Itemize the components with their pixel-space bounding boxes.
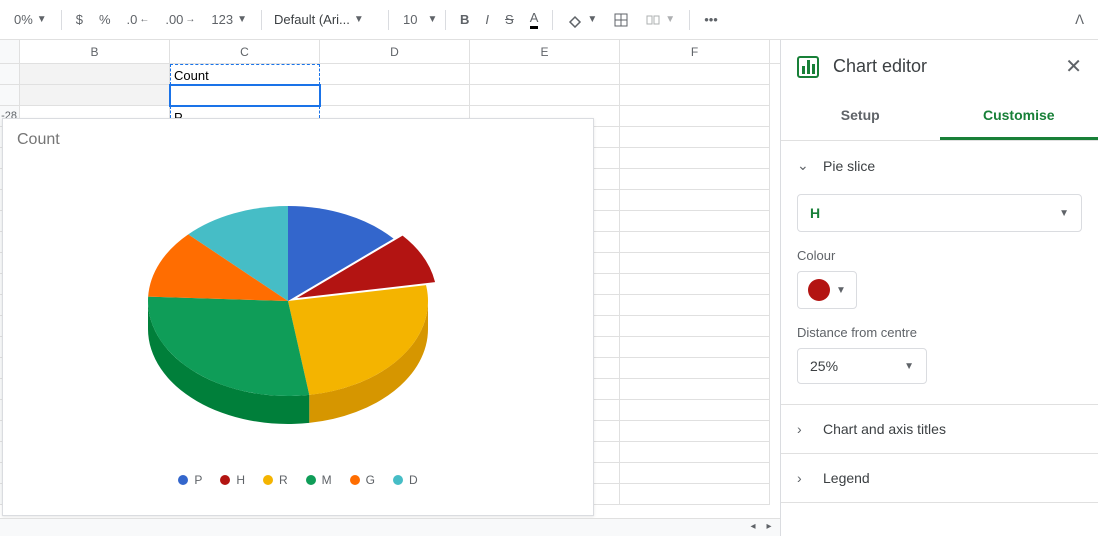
- fill-color-button[interactable]: ▼: [561, 8, 603, 32]
- merge-cells-button[interactable]: ▼: [639, 8, 681, 32]
- strikethrough-button[interactable]: S: [499, 8, 520, 31]
- spreadsheet-grid[interactable]: B C D E F Count: [0, 40, 780, 536]
- column-header-c[interactable]: C: [170, 40, 320, 63]
- chart-title: Count: [3, 119, 593, 161]
- legend-item: G: [350, 473, 375, 487]
- legend-item: D: [393, 473, 418, 487]
- merge-icon: [645, 12, 661, 28]
- cell[interactable]: [470, 85, 620, 106]
- cell[interactable]: [470, 64, 620, 85]
- cell[interactable]: [20, 85, 170, 106]
- chevron-right-icon: ›: [797, 470, 809, 486]
- slice-select-dropdown[interactable]: H ▼: [797, 194, 1082, 232]
- row-header[interactable]: [0, 85, 20, 106]
- cell[interactable]: [620, 85, 770, 106]
- section-chart-titles-header[interactable]: › Chart and axis titles: [781, 405, 1098, 453]
- scroll-right-icon[interactable]: ▸: [762, 521, 776, 535]
- more-formats[interactable]: 123▼: [205, 8, 253, 31]
- distance-dropdown[interactable]: 25% ▼: [797, 348, 927, 384]
- chevron-right-icon: ›: [797, 421, 809, 437]
- column-header-d[interactable]: D: [320, 40, 470, 63]
- chart-editor-panel: Chart editor ✕ Setup Customise ⌄ Pie sli…: [780, 40, 1098, 536]
- paint-bucket-icon: [567, 12, 583, 28]
- section-legend-header[interactable]: › Legend: [781, 454, 1098, 502]
- cell[interactable]: [20, 64, 170, 85]
- cell[interactable]: [620, 106, 770, 127]
- bold-button[interactable]: B: [454, 8, 475, 31]
- more-toolbar[interactable]: •••: [698, 8, 724, 31]
- colour-label: Colour: [797, 248, 1082, 263]
- row-header[interactable]: [0, 64, 20, 85]
- slice-colour-picker[interactable]: ▼: [797, 271, 857, 309]
- legend-item: P: [178, 473, 202, 487]
- cell[interactable]: [620, 64, 770, 85]
- cell-c-count[interactable]: Count: [170, 64, 320, 85]
- close-panel-button[interactable]: ✕: [1065, 54, 1082, 79]
- pie-chart: [88, 161, 508, 461]
- toolbar: 0%▼ $ % .0← .00→ 123▼ Default (Ari...▼ 1…: [0, 0, 1098, 40]
- format-percent[interactable]: %: [93, 8, 117, 31]
- legend-item: R: [263, 473, 288, 487]
- distance-label: Distance from centre: [797, 325, 1082, 340]
- horizontal-scrollbar[interactable]: ◂ ▸: [0, 518, 780, 536]
- active-cell[interactable]: [170, 85, 320, 106]
- chart-editor-icon: [797, 56, 819, 78]
- section-pie-slice-header[interactable]: ⌄ Pie slice: [781, 141, 1098, 190]
- tab-setup[interactable]: Setup: [781, 93, 940, 140]
- italic-button[interactable]: I: [479, 8, 495, 31]
- scroll-left-icon[interactable]: ◂: [746, 521, 760, 535]
- chevron-down-icon: ⌄: [797, 157, 809, 174]
- select-all-corner[interactable]: [0, 40, 20, 63]
- cell[interactable]: [320, 64, 470, 85]
- zoom-dropdown[interactable]: 0%▼: [8, 8, 53, 31]
- text-color-button[interactable]: A: [524, 7, 545, 33]
- legend-item: M: [306, 473, 332, 487]
- legend-item: H: [220, 473, 245, 487]
- format-currency[interactable]: $: [70, 8, 89, 31]
- borders-icon: [613, 12, 629, 28]
- column-header-b[interactable]: B: [20, 40, 170, 63]
- colour-swatch: [808, 279, 830, 301]
- borders-button[interactable]: [607, 8, 635, 32]
- column-header-f[interactable]: F: [620, 40, 770, 63]
- decrease-decimal[interactable]: .0←: [121, 8, 156, 31]
- column-header-e[interactable]: E: [470, 40, 620, 63]
- font-size-select[interactable]: 10 ▼: [397, 8, 437, 31]
- chart-legend: PHRMGD: [3, 473, 593, 487]
- panel-title: Chart editor: [833, 56, 1051, 77]
- collapse-toolbar[interactable]: ᐱ: [1069, 8, 1090, 32]
- increase-decimal[interactable]: .00→: [159, 8, 201, 31]
- tab-customise[interactable]: Customise: [940, 93, 1098, 140]
- cell[interactable]: [320, 85, 470, 106]
- font-family-select[interactable]: Default (Ari...▼: [270, 8, 380, 31]
- embedded-chart[interactable]: Count P H R M G D: [2, 118, 594, 516]
